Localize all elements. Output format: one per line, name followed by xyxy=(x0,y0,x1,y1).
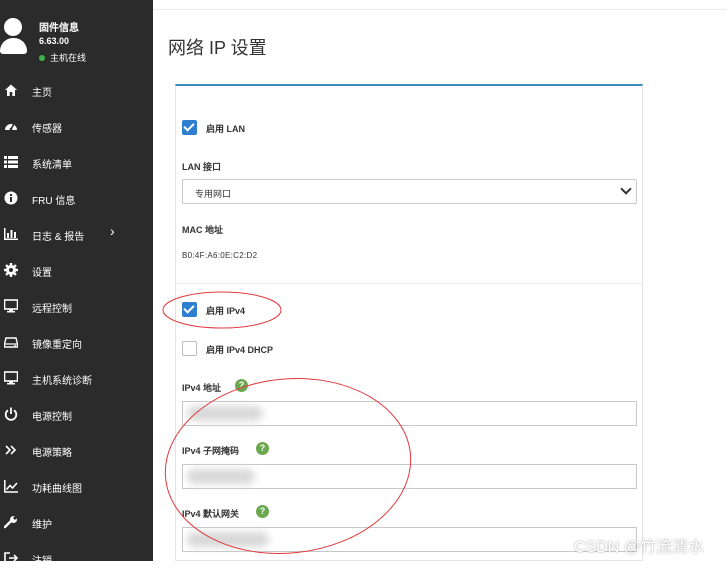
sidebar-item-host-diagnostics[interactable]: 主机系统诊断 xyxy=(0,360,153,396)
enable-ipv4-checkbox[interactable] xyxy=(182,302,197,317)
status-dot-icon xyxy=(39,54,45,61)
sidebar-item-inventory[interactable]: 系统清单 xyxy=(0,144,153,180)
redacted-value xyxy=(187,406,263,421)
host-status: 主机在线 xyxy=(39,51,86,64)
enable-ipv4-dhcp-checkbox[interactable] xyxy=(182,341,197,356)
ipv4-subnet-label: IPv4 子网掩码 xyxy=(182,446,240,456)
sidebar-item-label: 日志 & 报告 xyxy=(32,232,85,243)
bar-chart-icon xyxy=(4,228,18,240)
enable-ipv4-label: 启用 IPv4 xyxy=(206,306,246,316)
lan-interface-value: 专用网口 xyxy=(195,189,232,199)
firmware-title: 固件信息 xyxy=(39,23,79,34)
help-icon[interactable]: ? xyxy=(256,442,269,455)
sidebar-item-maintenance[interactable]: 维护 xyxy=(0,504,153,540)
divider xyxy=(176,283,642,284)
redacted-value xyxy=(187,469,255,484)
wrench-icon xyxy=(4,516,17,529)
sidebar-item-label: 系统清单 xyxy=(32,160,72,171)
host-status-label: 主机在线 xyxy=(50,53,87,63)
line-chart-icon xyxy=(4,480,18,493)
sidebar-item-label: 主页 xyxy=(32,88,52,99)
ipv4-address-input[interactable] xyxy=(182,401,637,426)
lan-interface-label: LAN 接口 xyxy=(182,162,221,172)
firmware-version: 6.63.00 xyxy=(39,36,70,46)
sidebar-item-label: 传感器 xyxy=(32,124,62,135)
mac-address-label: MAC 地址 xyxy=(182,225,223,235)
sidebar-item-power-control[interactable]: 电源控制 xyxy=(0,396,153,432)
sidebar-item-label: 维护 xyxy=(32,520,52,531)
sidebar-item-sensors[interactable]: 传感器 xyxy=(0,108,153,144)
sidebar-item-label: 注销 xyxy=(32,556,52,567)
power-icon xyxy=(4,407,18,421)
sidebar-item-label: 电源策略 xyxy=(32,448,72,459)
sidebar-item-media-redirect[interactable]: 镜像重定向 xyxy=(0,324,153,360)
firmware-profile: 固件信息 6.63.00 主机在线 xyxy=(0,0,153,72)
sidebar-item-power-policy[interactable]: 电源策略 xyxy=(0,432,153,468)
enable-lan-checkbox[interactable] xyxy=(182,120,197,135)
sidebar: 固件信息 6.63.00 主机在线 主页 传感器 系统清单 FRU 信息 日志 … xyxy=(0,0,153,567)
mac-address-value: B0:4F:A6:0E:C2:D2 xyxy=(182,251,258,260)
chevron-down-icon xyxy=(620,183,632,195)
sidebar-item-label: 功耗曲线图 xyxy=(32,484,82,495)
lan-interface-select[interactable]: 专用网口 xyxy=(182,179,637,204)
enable-ipv4-dhcp-label: 启用 IPv4 DHCP xyxy=(206,345,274,355)
sidebar-item-label: 电源控制 xyxy=(32,412,72,423)
watermark: CSDN @竹流清水 xyxy=(574,539,705,556)
page-title: 网络 IP 设置 xyxy=(168,38,267,58)
sidebar-item-label: 设置 xyxy=(32,268,52,279)
monitor-icon xyxy=(4,371,18,385)
redacted-value xyxy=(187,532,269,547)
logout-icon xyxy=(4,552,18,564)
info-icon xyxy=(4,191,18,205)
sidebar-nav: 主页 传感器 系统清单 FRU 信息 日志 & 报告 › 设置 远程控制 镜像重… xyxy=(0,72,153,576)
dashboard-icon xyxy=(5,123,17,131)
help-icon[interactable]: ? xyxy=(235,379,248,392)
sidebar-item-logout[interactable]: 注销 xyxy=(0,540,153,576)
list-icon xyxy=(4,156,18,168)
avatar-icon xyxy=(0,18,28,58)
sidebar-item-settings[interactable]: 设置 xyxy=(0,252,153,288)
chevron-right-icon: › xyxy=(110,223,115,239)
ipv4-gateway-input[interactable] xyxy=(182,527,637,552)
ipv4-subnet-input[interactable] xyxy=(182,464,637,489)
network-settings-panel xyxy=(175,84,643,561)
sidebar-item-label: 远程控制 xyxy=(32,304,72,315)
sidebar-item-fru[interactable]: FRU 信息 xyxy=(0,180,153,216)
drive-icon xyxy=(4,337,18,348)
home-icon xyxy=(5,84,17,96)
enable-lan-label: 启用 LAN xyxy=(206,124,245,134)
sidebar-item-label: 主机系统诊断 xyxy=(32,376,92,387)
monitor-icon xyxy=(4,299,18,313)
top-bar xyxy=(153,0,727,10)
ipv4-gateway-label: IPv4 默认网关 xyxy=(182,509,240,519)
sidebar-item-remote-control[interactable]: 远程控制 xyxy=(0,288,153,324)
ipv4-address-label: IPv4 地址 xyxy=(182,383,222,393)
sidebar-item-home[interactable]: 主页 xyxy=(0,72,153,108)
sidebar-item-logs-reports[interactable]: 日志 & 报告 › xyxy=(0,216,153,252)
sidebar-item-power-curve[interactable]: 功耗曲线图 xyxy=(0,468,153,504)
double-chevron-icon xyxy=(5,445,17,455)
sidebar-item-label: 镜像重定向 xyxy=(32,340,82,351)
help-icon[interactable]: ? xyxy=(256,505,269,518)
sidebar-item-label: FRU 信息 xyxy=(32,196,76,207)
gear-icon xyxy=(4,263,18,277)
